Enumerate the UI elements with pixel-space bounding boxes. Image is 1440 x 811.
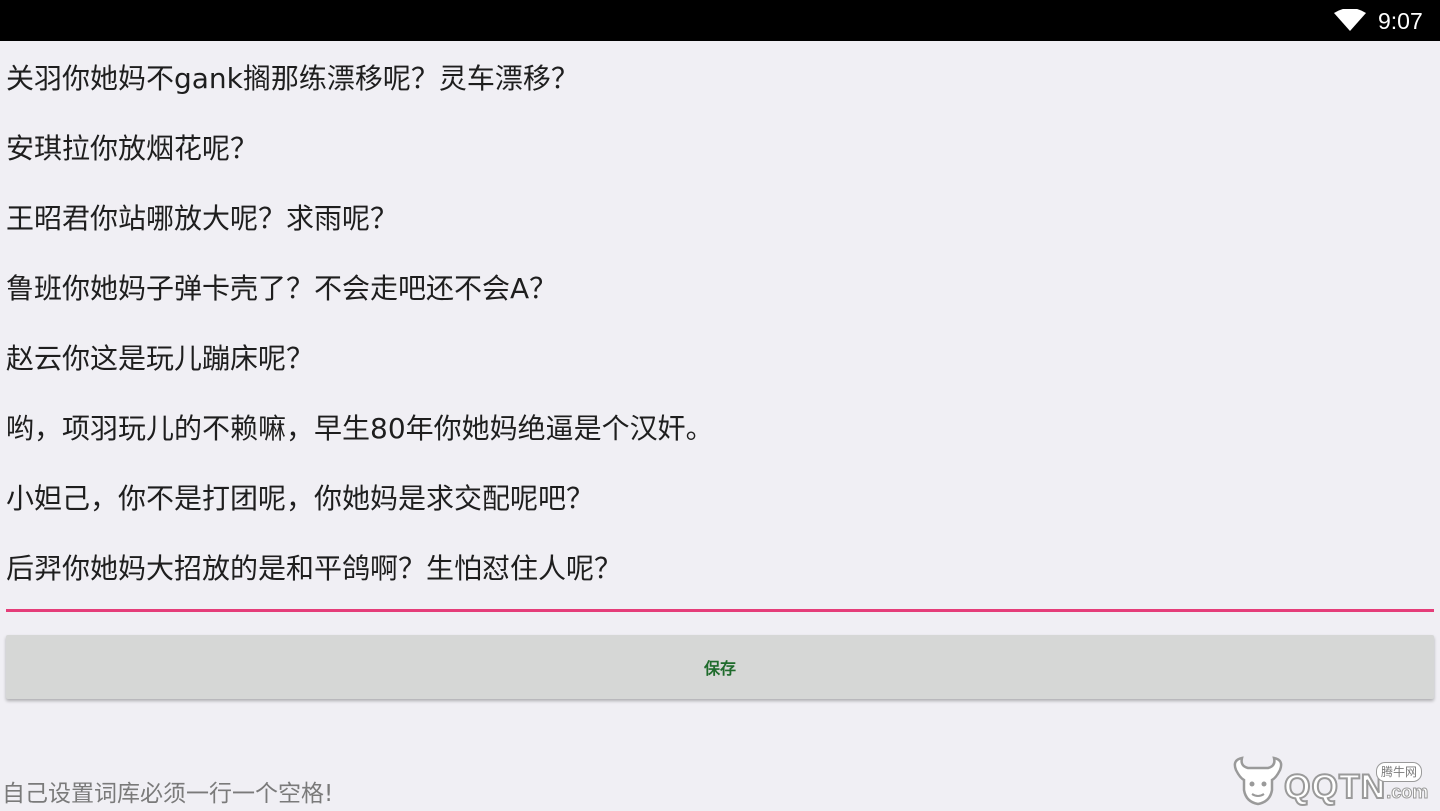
- text-field-underline: [6, 609, 1434, 612]
- save-button[interactable]: 保存: [6, 635, 1434, 699]
- wordlist-lines: 关羽你她妈不gank搁那练漂移呢？灵车漂移？ 安琪拉你放烟花呢？ 王昭君你站哪放…: [6, 44, 1434, 604]
- status-bar: 9:07: [0, 0, 1440, 41]
- wordlist-line[interactable]: 王昭君你站哪放大呢？求雨呢？: [6, 184, 1434, 254]
- wifi-icon: [1334, 9, 1366, 31]
- status-clock: 9:07: [1378, 8, 1423, 34]
- wordlist-text-area[interactable]: 关羽你她妈不gank搁那练漂移呢？灵车漂移？ 安琪拉你放烟花呢？ 王昭君你站哪放…: [6, 44, 1434, 608]
- watermark: QQTN.com 腾牛网: [1230, 752, 1434, 808]
- wordlist-line[interactable]: 鲁班你她妈子弹卡壳了？不会走吧还不会A？: [6, 254, 1434, 324]
- bull-head-logo-icon: [1233, 756, 1283, 806]
- wordlist-line[interactable]: 哟，项羽玩儿的不赖嘛，早生80年你她妈绝逼是个汉奸。: [6, 394, 1434, 464]
- watermark-badge: 腾牛网: [1376, 762, 1423, 782]
- wordlist-line[interactable]: 后羿你她妈大招放的是和平鸽啊？生怕怼住人呢？: [6, 534, 1434, 604]
- watermark-brand: QQTN: [1283, 767, 1387, 807]
- watermark-suffix: .com: [1386, 782, 1429, 803]
- wordlist-line[interactable]: 赵云你这是玩儿蹦床呢？: [6, 324, 1434, 394]
- hint-text: 自己设置词库必须一行一个空格!: [2, 781, 334, 807]
- wordlist-line[interactable]: 安琪拉你放烟花呢？: [6, 114, 1434, 184]
- wordlist-line[interactable]: 关羽你她妈不gank搁那练漂移呢？灵车漂移？: [6, 44, 1434, 114]
- wordlist-line[interactable]: 小妲己，你不是打团呢，你她妈是求交配呢吧？: [6, 464, 1434, 534]
